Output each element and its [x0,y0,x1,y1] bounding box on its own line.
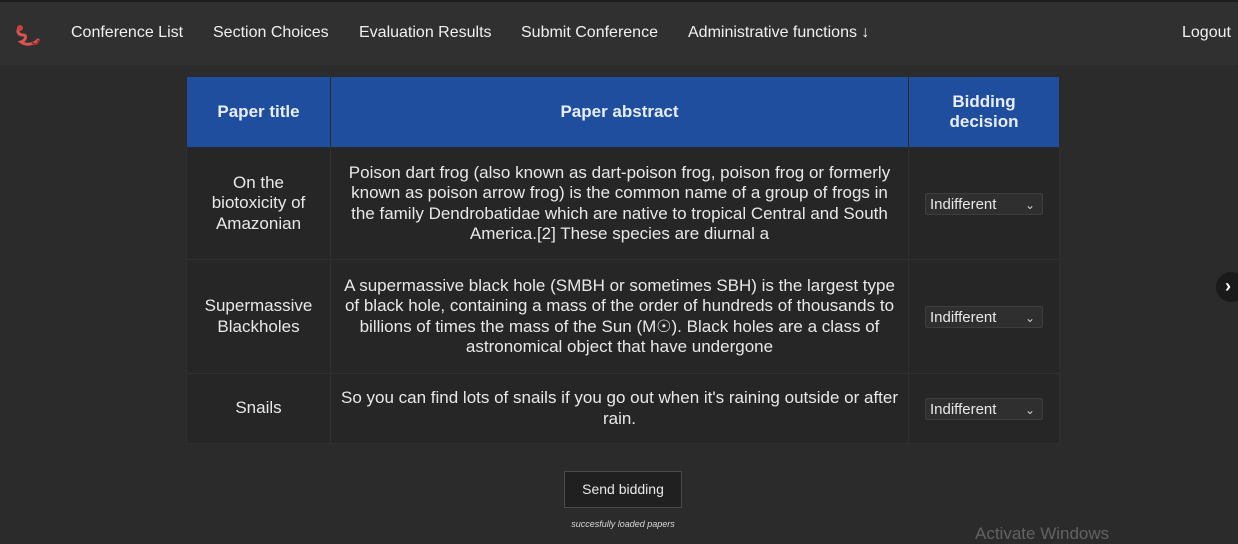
header-bidding-decision: Bidding decision [908,76,1060,148]
paper-title-cell: On the biotoxicity of Amazonian [186,147,331,260]
worm-logo-icon[interactable] [12,22,42,52]
table-row: On the biotoxicity of Amazonian Poison d… [186,147,1060,260]
header-paper-title: Paper title [186,76,331,148]
paper-title-cell: Snails [186,373,331,444]
nav-evaluation-results[interactable]: Evaluation Results [359,24,492,42]
chevron-down-icon: ⌄ [1024,310,1035,325]
nav-conference-list[interactable]: Conference List [71,24,183,42]
nav-submit-conference[interactable]: Submit Conference [521,24,658,42]
bidding-decision-select[interactable]: Indifferent ⌄ [925,192,1043,215]
send-bidding-button[interactable]: Send bidding [564,471,682,508]
paper-title-cell: Supermassive Blackholes [186,259,331,374]
bidding-decision-select[interactable]: Indifferent ⌄ [925,305,1043,328]
header-paper-abstract: Paper abstract [330,76,909,148]
bidding-decision-cell: Indifferent ⌄ [908,259,1060,374]
table-row: Snails So you can find lots of snails if… [186,373,1060,444]
chevron-down-icon: ⌄ [1024,197,1035,212]
bidding-decision-select[interactable]: Indifferent ⌄ [925,397,1043,420]
status-message: succesfully loaded papers [571,519,675,529]
paper-abstract-cell: So you can find lots of snails if you go… [330,373,909,444]
selected-option: Indifferent [930,400,997,418]
bidding-decision-cell: Indifferent ⌄ [908,373,1060,444]
logout-link[interactable]: Logout [1182,24,1231,42]
chevron-right-icon[interactable]: › [1216,272,1238,302]
selected-option: Indifferent [930,195,997,213]
bidding-decision-cell: Indifferent ⌄ [908,147,1060,260]
top-navbar: Conference List Section Choices Evaluati… [0,0,1238,65]
selected-option: Indifferent [930,308,997,326]
bidding-table: Paper title Paper abstract Bidding decis… [186,76,1060,444]
activate-windows-watermark: Activate Windows [975,524,1110,543]
table-row: Supermassive Blackholes A supermassive b… [186,259,1060,374]
chevron-down-icon: ⌄ [1024,402,1035,417]
nav-section-choices[interactable]: Section Choices [213,24,329,42]
paper-abstract-cell: Poison dart frog (also known as dart-poi… [330,147,909,260]
paper-abstract-cell: A supermassive black hole (SMBH or somet… [330,259,909,374]
nav-administrative-functions[interactable]: Administrative functions ↓ [688,24,869,42]
table-header-row: Paper title Paper abstract Bidding decis… [186,76,1060,148]
